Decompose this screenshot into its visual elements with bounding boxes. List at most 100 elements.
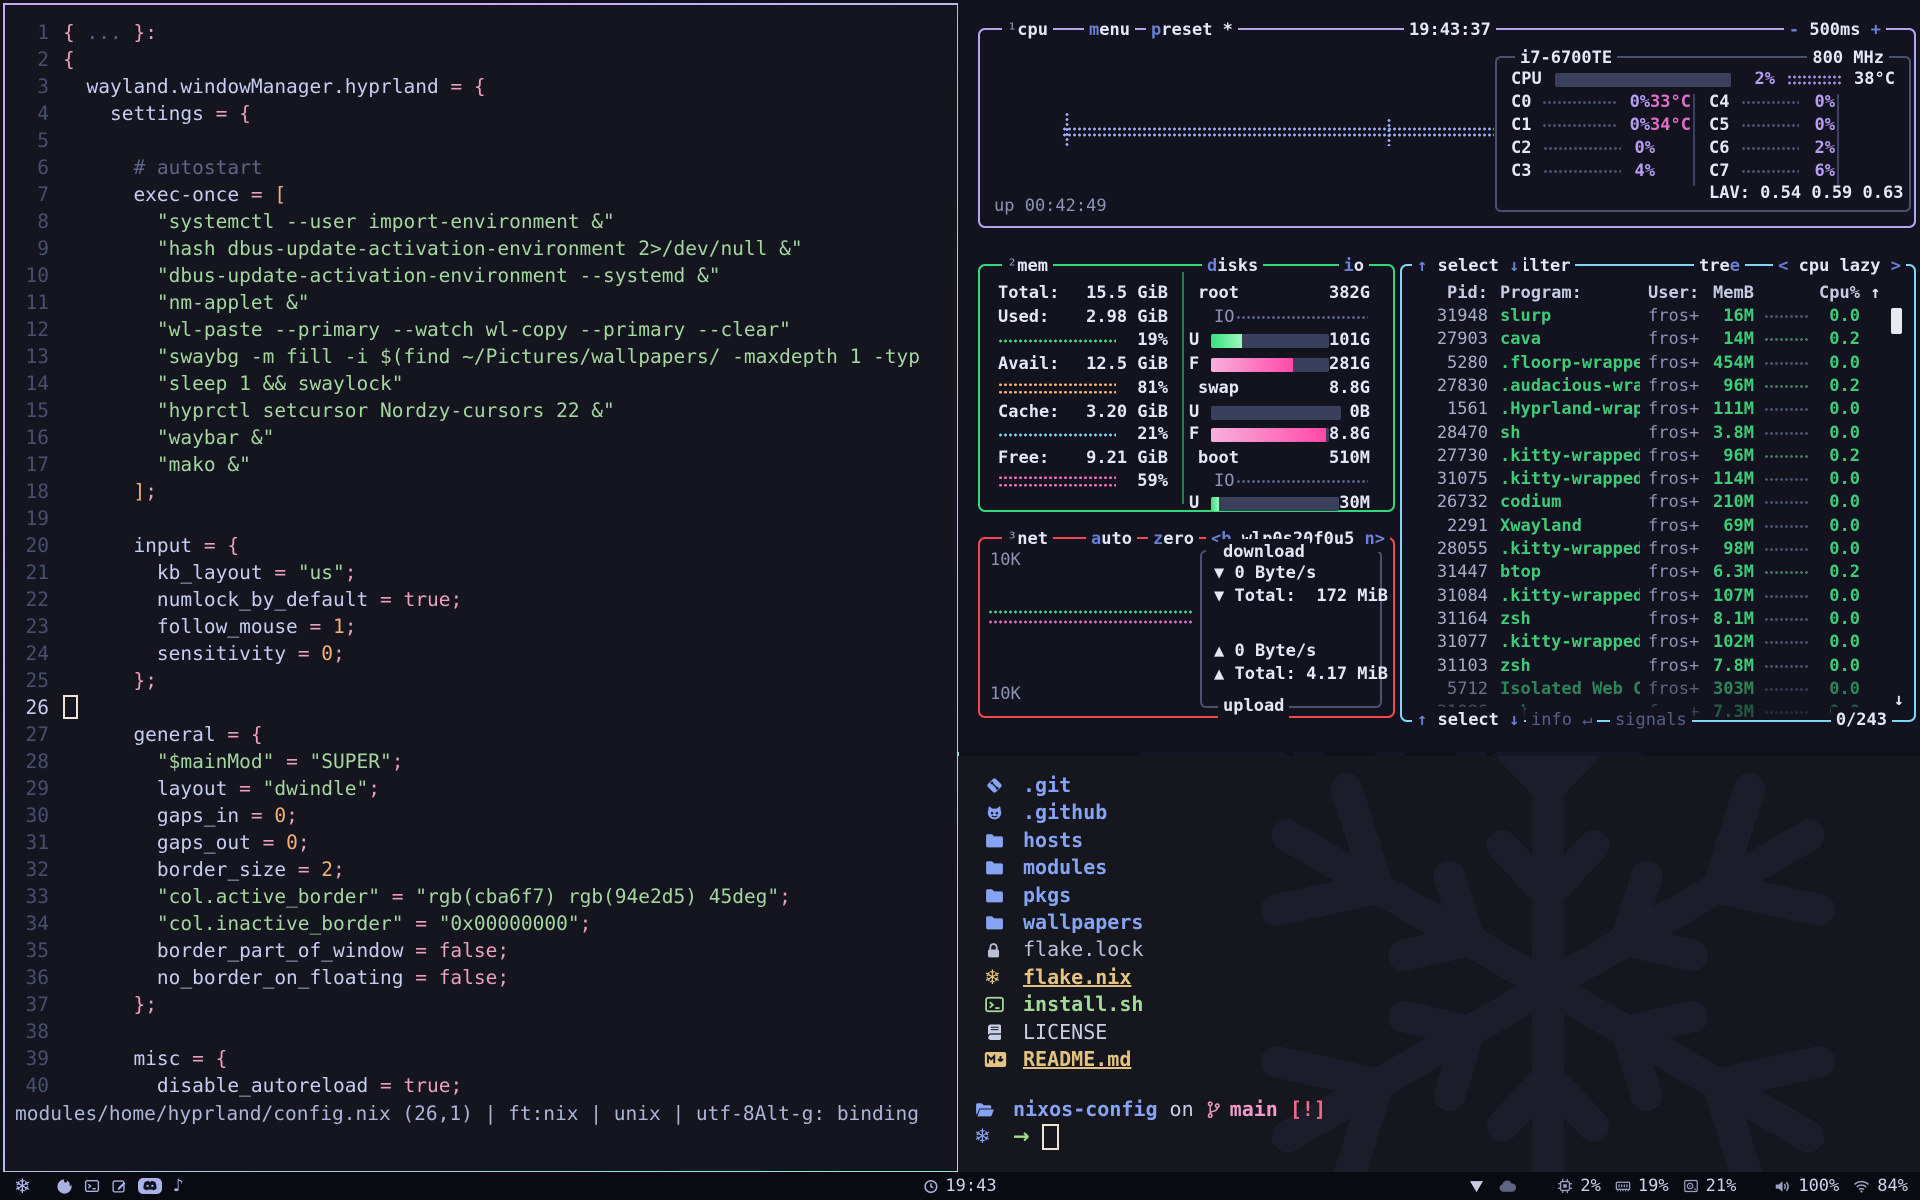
code-line[interactable]: 36 no_border_on_floating = false;	[5, 964, 957, 991]
code-line[interactable]: 1{ ... }:	[5, 19, 957, 46]
proc-scroll-down-icon[interactable]: ↓	[1894, 690, 1904, 710]
proc-signals-button[interactable]: signals	[1610, 707, 1692, 733]
process-row[interactable]: 31084.kitty-wrappedfros+107M0.0	[1418, 585, 1894, 608]
process-row[interactable]: 31447btopfros+6.3M0.2	[1418, 561, 1894, 584]
select-down-icon[interactable]: ↓	[1499, 710, 1519, 730]
select-down-icon[interactable]: ↓	[1499, 256, 1519, 276]
code-line[interactable]: 6 # autostart	[5, 154, 957, 181]
code-line[interactable]: 31 gaps_out = 0;	[5, 829, 957, 856]
sort-prev-button[interactable]: <	[1778, 256, 1798, 276]
code-line[interactable]: 5	[5, 127, 957, 154]
code-line[interactable]: 28 "$mainMod" = "SUPER";	[5, 748, 957, 775]
process-row[interactable]: 2291Xwaylandfros+69M0.0	[1418, 515, 1894, 538]
process-row[interactable]: 28055.kitty-wrappedfros+98M0.0	[1418, 538, 1894, 561]
process-row[interactable]: 31075.kitty-wrappedfros+114M0.0	[1418, 468, 1894, 491]
code-line[interactable]: 8 "systemctl --user import-environment &…	[5, 208, 957, 235]
proc-select-control[interactable]: ↑ select ↓	[1412, 253, 1524, 279]
code-line[interactable]: 12 "wl-paste --primary --watch wl-copy -…	[5, 316, 957, 343]
code-line[interactable]: 27 general = {	[5, 721, 957, 748]
code-line[interactable]: 19	[5, 505, 957, 532]
discord-launcher[interactable]	[138, 1178, 162, 1194]
process-row[interactable]: 5712Isolated Web Cfros+303M0.0	[1418, 678, 1894, 701]
terminal-launcher[interactable]	[84, 1178, 100, 1194]
process-row[interactable]: 27730.kitty-wrappedfros+96M0.2	[1418, 445, 1894, 468]
header-pid[interactable]: Pid:	[1418, 282, 1488, 305]
code-line[interactable]: 4 settings = {	[5, 100, 957, 127]
code-line[interactable]: 29 layout = "dwindle";	[5, 775, 957, 802]
code-line[interactable]: 3 wayland.windowManager.hyprland = {	[5, 73, 957, 100]
code-line[interactable]: 7 exec-once = [	[5, 181, 957, 208]
note-launcher[interactable]	[111, 1178, 127, 1194]
code-line[interactable]: 13 "swaybg -m fill -i $(find ~/Pictures/…	[5, 343, 957, 370]
nix-launcher[interactable]: ❄	[14, 1174, 31, 1198]
process-row[interactable]: 27830.audacious-wrafros+96M0.2	[1418, 375, 1894, 398]
code-line[interactable]: 35 border_part_of_window = false;	[5, 937, 957, 964]
proc-info-button[interactable]: info ↵	[1526, 707, 1597, 733]
process-row[interactable]: 31103zshfros+7.8M0.0	[1418, 655, 1894, 678]
select-up-icon[interactable]: ↑	[1417, 710, 1437, 730]
interval-minus-button[interactable]: -	[1789, 20, 1809, 40]
code-line[interactable]: 38	[5, 1018, 957, 1045]
menu-button[interactable]: menu	[1084, 17, 1135, 43]
file-item[interactable]: hosts	[984, 827, 1143, 854]
editor-window[interactable]: 1{ ... }:2{3 wayland.windowManager.hyprl…	[3, 3, 959, 1173]
code-line[interactable]: 26	[5, 694, 957, 721]
network-tray-icon[interactable]	[1469, 1180, 1484, 1193]
sort-next-button[interactable]: >	[1881, 256, 1901, 276]
code-line[interactable]: 20 input = {	[5, 532, 957, 559]
header-program[interactable]: Program:	[1500, 282, 1640, 305]
net-zero-toggle[interactable]: zero	[1148, 526, 1199, 552]
process-row[interactable]: 28470shfros+3.8M0.0	[1418, 422, 1894, 445]
process-row[interactable]: 31164zshfros+8.1M0.0	[1418, 608, 1894, 631]
process-row[interactable]: 1561.Hyprland-wrapfros+111M0.0	[1418, 398, 1894, 421]
music-launcher[interactable]: ♪	[173, 1176, 184, 1196]
proc-sort-control[interactable]: < cpu lazy >	[1773, 253, 1906, 279]
code-line[interactable]: 33 "col.active_border" = "rgb(cba6f7) rg…	[5, 883, 957, 910]
iface-next-button[interactable]: n>	[1354, 529, 1385, 549]
code-line[interactable]: 21 kb_layout = "us";	[5, 559, 957, 586]
interval-plus-button[interactable]: +	[1861, 20, 1881, 40]
file-item[interactable]: wallpapers	[984, 909, 1143, 936]
cloud-tray-icon[interactable]	[1498, 1180, 1517, 1193]
terminal-cursor[interactable]	[1042, 1124, 1059, 1150]
code-line[interactable]: 9 "hash dbus-update-activation-environme…	[5, 235, 957, 262]
file-item[interactable]: modules	[984, 854, 1143, 881]
process-row[interactable]: 27903cavafros+14M0.2	[1418, 328, 1894, 351]
shell-prompt[interactable]: nixos-config on main [!] ❄→	[974, 1096, 1326, 1151]
code-line[interactable]: 34 "col.inactive_border" = "0x00000000";	[5, 910, 957, 937]
header-user[interactable]: User:	[1648, 282, 1704, 305]
code-line[interactable]: 10 "dbus-update-activation-environment -…	[5, 262, 957, 289]
process-row[interactable]: 31948slurpfros+16M0.0	[1418, 305, 1894, 328]
file-item[interactable]: LICENSE	[984, 1019, 1143, 1046]
firefox-launcher[interactable]	[56, 1178, 73, 1195]
file-item[interactable]: ❄flake.nix	[984, 964, 1143, 991]
proc-scrollbar[interactable]	[1891, 308, 1902, 334]
proc-table-header[interactable]: Pid: Program: User: MemB Cpu% ↑	[1418, 282, 1894, 305]
file-item[interactable]: .github	[984, 799, 1143, 826]
proc-tree-toggle[interactable]: tree	[1694, 253, 1745, 279]
code-line[interactable]: 39 misc = {	[5, 1045, 957, 1072]
preset-button[interactable]: preset *	[1146, 17, 1238, 43]
net-auto-toggle[interactable]: auto	[1086, 526, 1137, 552]
file-item[interactable]: install.sh	[984, 991, 1143, 1018]
ram-module[interactable]: 19%	[1615, 1176, 1669, 1196]
code-line[interactable]: 2{	[5, 46, 957, 73]
code-line[interactable]: 32 border_size = 2;	[5, 856, 957, 883]
terminal-window[interactable]: .git.githubhostsmodulespkgswallpapersfla…	[958, 756, 1920, 1172]
volume-module[interactable]: 100%	[1774, 1176, 1839, 1196]
hdd-module[interactable]: 21%	[1683, 1176, 1737, 1196]
code-line[interactable]: 25 };	[5, 667, 957, 694]
file-item[interactable]: pkgs	[984, 882, 1143, 909]
code-line[interactable]: 22 numlock_by_default = true;	[5, 586, 957, 613]
code-area[interactable]: 1{ ... }:2{3 wayland.windowManager.hyprl…	[5, 19, 957, 1099]
wifi-module[interactable]: 84%	[1853, 1176, 1908, 1196]
code-line[interactable]: 18 ];	[5, 478, 957, 505]
code-line[interactable]: 23 follow_mouse = 1;	[5, 613, 957, 640]
header-cpu[interactable]: Cpu%	[1810, 282, 1860, 305]
process-row[interactable]: 31077.kitty-wrappedfros+102M0.0	[1418, 631, 1894, 654]
chip-module[interactable]: 2%	[1557, 1176, 1600, 1196]
file-item[interactable]: .git	[984, 772, 1143, 799]
code-line[interactable]: 16 "waybar &"	[5, 424, 957, 451]
process-row[interactable]: 26732codiumfros+210M0.0	[1418, 491, 1894, 514]
code-line[interactable]: 30 gaps_in = 0;	[5, 802, 957, 829]
